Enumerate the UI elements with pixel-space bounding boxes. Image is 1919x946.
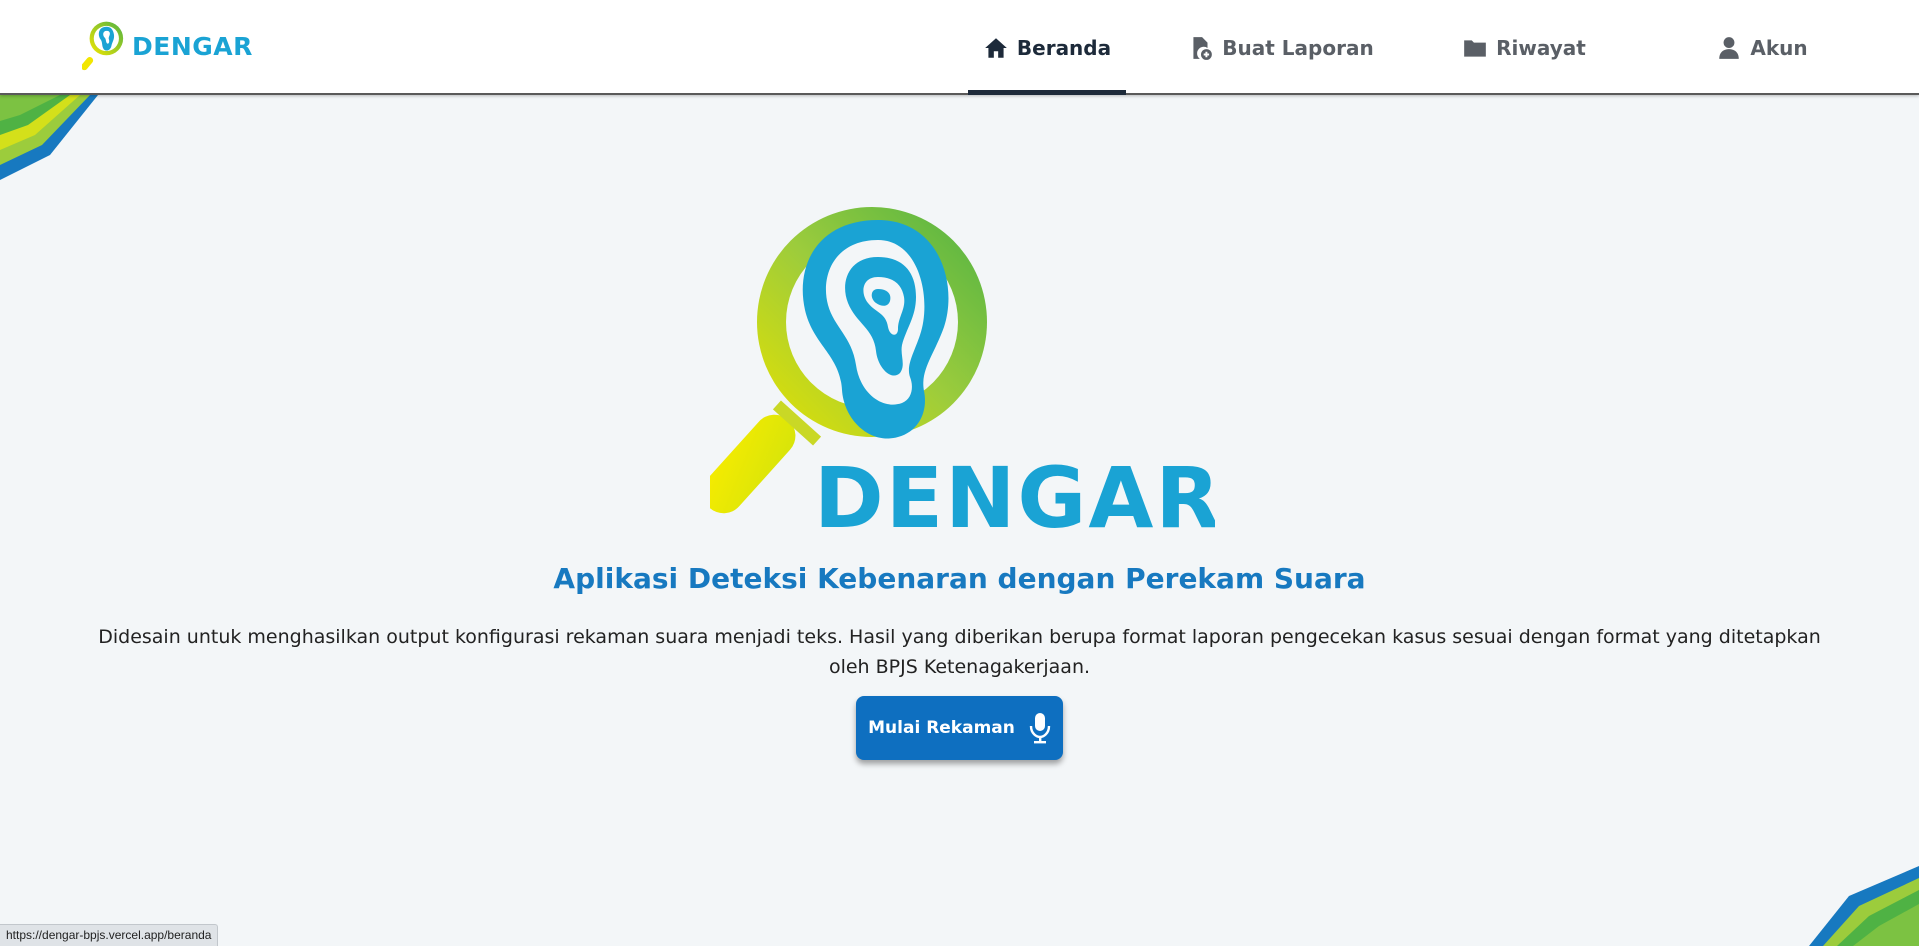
nav-beranda-label: Beranda <box>1016 35 1112 60</box>
corner-decoration-top-left <box>0 95 98 180</box>
hero-logo-wordmark: DENGAR <box>814 449 1215 535</box>
nav-akun[interactable]: Akun <box>1700 0 1824 95</box>
nav-beranda[interactable]: Beranda <box>968 0 1126 95</box>
nav-akun-label: Akun <box>1750 35 1808 60</box>
nav-riwayat-label: Riwayat <box>1496 35 1586 60</box>
microphone-icon <box>1029 713 1051 744</box>
user-icon <box>1719 36 1740 59</box>
hero-description: Didesain untuk menghasilkan output konfi… <box>98 626 1821 678</box>
nav-buat-laporan[interactable]: Buat Laporan <box>1188 0 1374 95</box>
start-recording-label: Mulai Rekaman <box>868 718 1015 738</box>
corner-decoration-bottom-right <box>1809 866 1919 946</box>
folder-icon <box>1464 39 1486 57</box>
ear-magnifier-logo-icon <box>82 21 124 71</box>
hero-logo: DENGAR <box>710 207 1215 535</box>
file-add-icon <box>1193 36 1213 60</box>
nav-riwayat[interactable]: Riwayat <box>1454 0 1594 95</box>
browser-status-url: https://dengar-bpjs.vercel.app/beranda <box>0 924 219 946</box>
hero-tagline: Aplikasi Deteksi Kebenaran dengan Pereka… <box>553 562 1366 595</box>
start-recording-button[interactable]: Mulai Rekaman <box>856 696 1063 760</box>
home-icon <box>985 37 1007 58</box>
brand-name: DENGAR <box>132 31 253 61</box>
nav-buat-laporan-label: Buat Laporan <box>1222 35 1374 60</box>
top-navbar: DENGAR Beranda Buat Laporan Riwayat Akun <box>0 0 1919 95</box>
brand-logo[interactable]: DENGAR <box>82 20 253 72</box>
